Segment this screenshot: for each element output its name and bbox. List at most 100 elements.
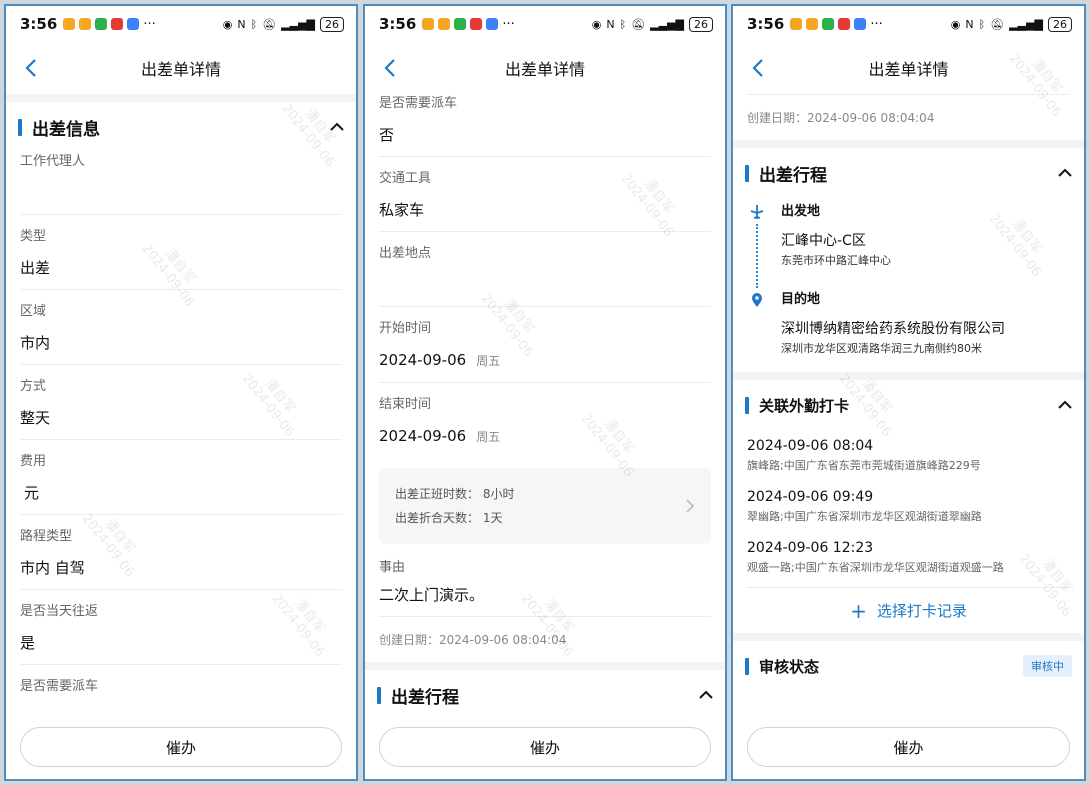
section-header-checkin[interactable]: 关联外勤打卡	[733, 380, 1084, 430]
field-value: 元	[24, 484, 40, 502]
detail-content[interactable]: 出差信息 工作代理人 类型 出差 区域 市内 方式 整天 费用 元 路程类型 市…	[6, 94, 356, 715]
divider	[733, 140, 1084, 148]
field-mode: 方式 整天	[20, 365, 342, 440]
location-pin-icon	[752, 293, 762, 307]
app-notification-icon	[806, 18, 819, 30]
status-bar: 3:56 ··· ◉ N ᛒ 🔕︎ ▂▃▅▇ 26	[733, 6, 1084, 42]
field-label: 是否需要派车	[20, 679, 99, 694]
field-label: 区域	[20, 304, 47, 319]
chevron-up-icon[interactable]	[1058, 168, 1072, 178]
checkin-time: 2024-09-06 08:04	[747, 438, 874, 454]
checkin-address: 观盛一路;中国广东省深圳市龙华区观湖街道观盛一路	[747, 561, 1004, 574]
more-dots: ···	[870, 16, 883, 32]
app-notification-icon	[438, 18, 451, 30]
section-accent-bar	[745, 164, 749, 182]
bluetooth-icon: ᛒ	[619, 17, 627, 31]
divider	[733, 633, 1084, 641]
field-value: 二次上门演示。	[379, 586, 485, 604]
status-time: 3:56	[20, 15, 58, 33]
field-need-vehicle: 是否需要派车 否	[379, 88, 711, 157]
section-title: 出差行程	[759, 165, 827, 186]
checkin-time: 2024-09-06 12:23	[747, 540, 874, 556]
nfc-icon: N	[965, 17, 974, 31]
checkin-address: 旗峰路;中国广东省东莞市莞城街道旗峰路229号	[747, 459, 981, 472]
chevron-up-icon[interactable]	[330, 122, 344, 132]
field-location: 出差地点	[379, 232, 711, 307]
field-label: 路程类型	[20, 529, 73, 544]
screen-2: 3:56 ··· ◉ N ᛒ 🔕︎ ▂▃▅▇ 26 出差单详情 是否需要派车 否…	[363, 4, 727, 781]
chevron-left-icon[interactable]	[18, 54, 44, 82]
section-title: 出差信息	[32, 119, 100, 140]
nav-bar: 出差单详情	[733, 42, 1084, 94]
chevron-up-icon[interactable]	[699, 690, 713, 700]
checkin-address: 翠幽路;中国广东省深圳市龙华区观湖街道翠幽路	[747, 510, 982, 523]
field-value	[379, 276, 711, 294]
bottom-bar: 催办	[6, 715, 356, 779]
bottom-bar: 催办	[733, 715, 1084, 779]
app-notification-icon	[111, 18, 124, 30]
destination-address: 深圳市龙华区观清路华润三九南侧约80米	[781, 342, 982, 355]
app-notification-icon	[422, 18, 435, 30]
nfc-icon: N	[237, 17, 246, 31]
wechat-icon	[95, 18, 108, 30]
section-accent-bar	[745, 657, 749, 675]
choose-checkin-label: 选择打卡记录	[876, 602, 967, 620]
page-title: 出差单详情	[504, 60, 585, 79]
departure-address: 东莞市环中路汇峰中心	[781, 254, 891, 267]
section-accent-bar	[18, 118, 22, 136]
section-title: 关联外勤打卡	[759, 396, 850, 415]
battery-icon: 26	[689, 16, 713, 32]
chevron-left-icon[interactable]	[745, 54, 771, 82]
chevron-left-icon[interactable]	[377, 54, 403, 82]
field-value: 是	[20, 634, 36, 652]
section-header-itinerary[interactable]: 出差行程	[733, 148, 1084, 198]
choose-checkin-button[interactable]: + 选择打卡记录	[747, 587, 1070, 633]
section-header-trip-info[interactable]: 出差信息	[6, 102, 356, 152]
section-accent-bar	[745, 396, 749, 414]
field-label: 开始时间	[379, 321, 432, 336]
field-label: 费用	[20, 454, 47, 469]
chevron-up-icon[interactable]	[1058, 400, 1072, 410]
checkin-record: 2024-09-06 09:49 翠幽路;中国广东省深圳市龙华区观湖街道翠幽路	[747, 481, 1070, 532]
end-date: 2024-09-06	[379, 427, 467, 445]
section-header-itinerary[interactable]: 出差行程	[365, 670, 725, 715]
checkin-list: 2024-09-06 08:04 旗峰路;中国广东省东莞市莞城街道旗峰路229号…	[733, 430, 1084, 583]
app-notification-icon	[127, 18, 140, 30]
field-value: 2024-09-06 周五	[379, 427, 711, 446]
departure-place: 汇峰中心-C区	[781, 233, 866, 249]
status-bar: 3:56 ··· ◉ N ᛒ 🔕︎ ▂▃▅▇ 26	[6, 6, 356, 42]
status-time: 3:56	[379, 15, 417, 33]
status-bar: 3:56 ··· ◉ N ᛒ 🔕︎ ▂▃▅▇ 26	[365, 6, 725, 42]
urge-button[interactable]: 催办	[379, 727, 711, 767]
screen-1: 3:56 ··· ◉ N ᛒ 🔕︎ ▂▃▅▇ 26 出差单详情 出差信息 工作代…	[4, 4, 358, 781]
start-date: 2024-09-06	[379, 351, 467, 369]
chevron-right-icon[interactable]	[685, 498, 695, 514]
section-title: 出差行程	[391, 687, 459, 708]
status-time: 3:56	[747, 15, 785, 33]
more-dots: ···	[143, 16, 156, 32]
field-type: 类型 出差	[20, 215, 342, 290]
field-cost: 费用 元	[20, 440, 342, 515]
destination-stop: 目的地 深圳博纳精密给药系统股份有限公司 深圳市龙华区观清路华润三九南侧约80米	[747, 290, 1070, 356]
duration-summary-card[interactable]: 出差正班时数： 8小时 出差折合天数： 1天	[379, 468, 711, 544]
field-value: 整天	[20, 409, 51, 427]
departure-stop: 出发地 汇峰中心-C区 东莞市环中路汇峰中心	[747, 202, 1070, 268]
field-region: 区域 市内	[20, 290, 342, 365]
more-dots: ···	[502, 16, 515, 32]
app-notification-icon	[470, 18, 483, 30]
divider	[365, 662, 725, 670]
field-value	[20, 184, 342, 202]
field-same-day-return: 是否当天往返 是	[20, 590, 342, 665]
checkin-record: 2024-09-06 08:04 旗峰路;中国广东省东莞市莞城街道旗峰路229号	[747, 430, 1070, 481]
urge-button[interactable]: 催办	[747, 727, 1070, 767]
field-agent: 工作代理人	[20, 152, 342, 215]
detail-content[interactable]: 创建日期：2024-09-06 08:04:04 出差行程 出发地 汇峰中心-C…	[733, 94, 1084, 715]
signal-icon: ▂▃▅▇	[1009, 17, 1043, 31]
app-notification-icon	[79, 18, 92, 30]
urge-button[interactable]: 催办	[20, 727, 342, 767]
detail-content[interactable]: 是否需要派车 否 交通工具 私家车 出差地点 开始时间 2024-09-06 周五…	[365, 88, 725, 715]
plus-icon: +	[850, 598, 867, 623]
page-title: 出差单详情	[868, 60, 949, 79]
field-transport: 交通工具 私家车	[379, 157, 711, 232]
field-label: 类型	[20, 229, 47, 244]
